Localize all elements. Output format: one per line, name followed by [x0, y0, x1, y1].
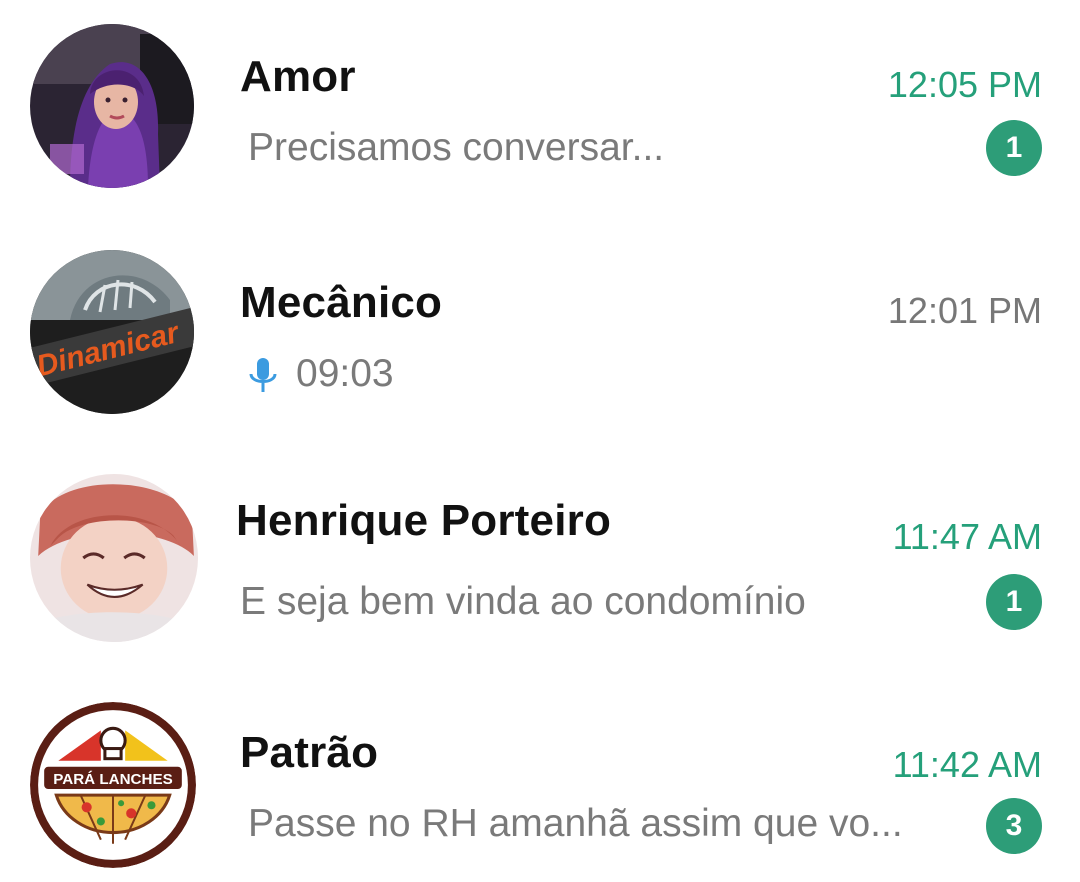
avatar[interactable]: Dinamicar [30, 250, 194, 414]
mic-icon [249, 357, 277, 392]
chat-time: 11:47 AM [892, 516, 1042, 557]
unread-badge: 1 [986, 574, 1042, 630]
avatar[interactable]: PARÁ LANCHES [30, 702, 196, 868]
chat-preview: Passe no RH amanhã assim que vo... [248, 802, 903, 845]
unread-badge: 1 [986, 120, 1042, 176]
chat-time: 12:01 PM [887, 290, 1042, 331]
voice-duration: 09:03 [296, 352, 394, 395]
avatar-woman-purple-hair-icon [30, 24, 194, 188]
avatar[interactable] [30, 474, 198, 642]
chat-name: Mecânico [240, 278, 443, 327]
chat-time: 12:05 PM [887, 64, 1042, 105]
chat-name: Henrique Porteiro [236, 496, 612, 545]
chat-item-patrao[interactable]: PARÁ LANCHES Patrão Passe no RH amanhã a… [0, 682, 1080, 882]
chat-name: Patrão [240, 728, 379, 777]
chat-preview: E seja bem vinda ao condomínio [240, 580, 806, 623]
unread-badge: 3 [986, 798, 1042, 854]
avatar-anime-boy-icon [30, 474, 198, 642]
chat-item-henrique-porteiro[interactable]: Henrique Porteiro E seja bem vinda ao co… [0, 452, 1080, 652]
avatar[interactable] [30, 24, 194, 188]
avatar-logo-text: PARÁ LANCHES [53, 771, 172, 788]
chat-item-mecanico[interactable]: Dinamicar Mecânico 09:03 12:01 PM [0, 226, 1080, 426]
chat-preview: Precisamos conversar... [248, 126, 665, 169]
chat-name: Amor [240, 52, 356, 101]
avatar-dinamicar-logo: Dinamicar [30, 250, 194, 414]
chat-item-amor[interactable]: Amor Precisamos conversar... 12:05 PM 1 [0, 0, 1080, 200]
avatar-para-lanches-logo: PARÁ LANCHES [30, 702, 196, 868]
chat-preview: 09:03 [248, 352, 394, 396]
chat-time: 11:42 AM [892, 744, 1042, 785]
